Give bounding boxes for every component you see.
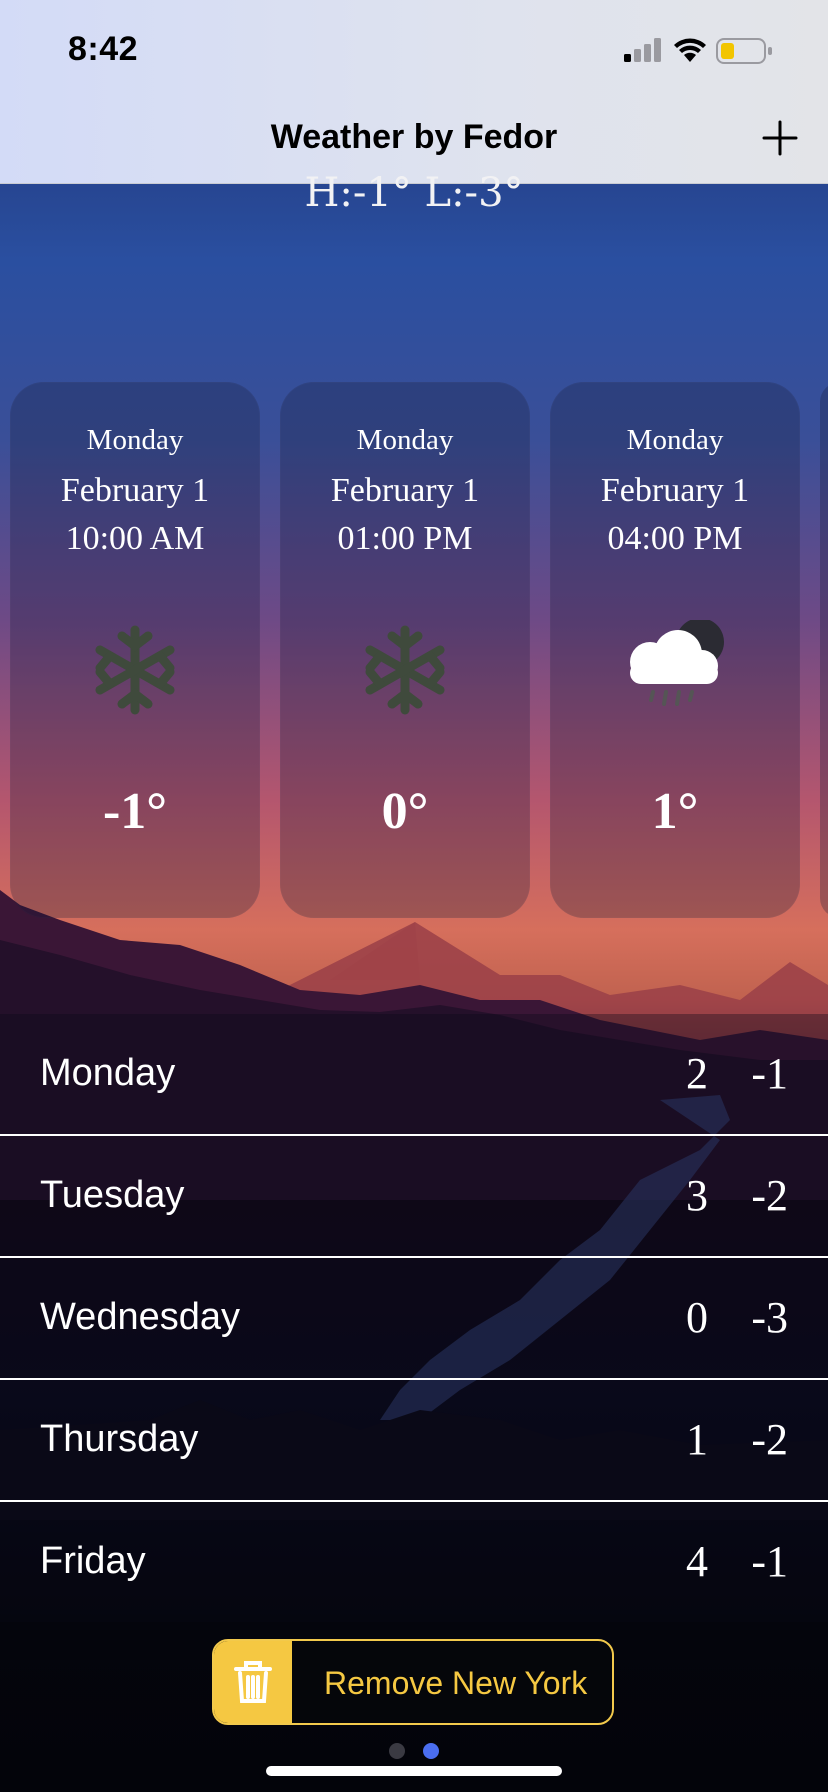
daily-day: Tuesday [40, 1174, 185, 1216]
daily-high: 1 [686, 1415, 708, 1464]
daily-low: -3 [751, 1293, 788, 1342]
remove-city-button[interactable]: Remove New York [212, 1639, 614, 1725]
hourly-forecast-carousel[interactable]: Monday February 1 10:00 AM -1° Monday Fe… [10, 382, 828, 920]
hourly-card[interactable]: Monday February 1 04:00 PM 1° [550, 382, 800, 918]
card-date: February 1 [60, 472, 210, 509]
card-day: Monday [356, 424, 454, 456]
card-day: Monday [86, 424, 184, 456]
card-day: Monday [626, 424, 724, 456]
daily-high: 4 [686, 1537, 708, 1586]
daily-day: Monday [40, 1052, 176, 1094]
top-bar: 8:42 Weather by Fedor [0, 0, 828, 184]
wifi-icon [674, 38, 706, 62]
card-temp: 0° [381, 783, 429, 840]
hourly-card[interactable]: Monday February 1 01:00 PM 0° [280, 382, 530, 918]
battery-icon [716, 38, 772, 64]
status-icons [624, 38, 772, 64]
page-title: Weather by Fedor [270, 118, 558, 156]
daily-forecast-list: Monday 2 -1 Tuesday 3 -2 Wednesday 0 -3 … [0, 1014, 828, 1622]
card-date: February 1 [600, 472, 750, 509]
daily-row[interactable]: Wednesday 0 -3 [0, 1258, 828, 1380]
daily-row[interactable]: Monday 2 -1 [0, 1014, 828, 1136]
page-dot-2[interactable] [423, 1743, 440, 1759]
home-indicator[interactable] [266, 1766, 562, 1776]
today-high-low: H:-1° L:-3° [304, 170, 524, 216]
cellular-signal-icon [624, 38, 661, 62]
card-time: 10:00 AM [65, 520, 205, 557]
daily-row[interactable]: Friday 4 -1 [0, 1502, 828, 1622]
daily-high: 0 [686, 1293, 708, 1342]
daily-row[interactable]: Thursday 1 -2 [0, 1380, 828, 1502]
hourly-card[interactable]: Monday February 1 10:00 AM -1° [10, 382, 260, 918]
daily-row[interactable]: Tuesday 3 -2 [0, 1136, 828, 1258]
plus-icon[interactable] [760, 118, 800, 158]
daily-low: -1 [751, 1537, 788, 1586]
cloud-moon-rain-icon [630, 620, 724, 706]
daily-high: 2 [686, 1049, 708, 1098]
card-time: 01:00 PM [337, 520, 473, 557]
daily-high: 3 [686, 1171, 708, 1220]
card-time: 04:00 PM [607, 520, 743, 557]
page-dot-1[interactable] [388, 1743, 405, 1759]
daily-day: Friday [40, 1540, 146, 1582]
daily-day: Thursday [40, 1418, 199, 1460]
card-date: February 1 [330, 472, 480, 509]
hourly-card-next[interactable] [820, 382, 828, 918]
daily-day: Wednesday [40, 1296, 240, 1338]
snowflake-icon [95, 625, 175, 715]
card-temp: 1° [651, 783, 699, 840]
daily-low: -2 [751, 1171, 788, 1220]
card-temp: -1° [102, 783, 168, 840]
daily-low: -2 [751, 1415, 788, 1464]
page-indicator[interactable] [0, 1743, 828, 1764]
status-time: 8:42 [68, 30, 139, 68]
daily-low: -1 [751, 1049, 788, 1098]
snowflake-icon [365, 625, 445, 715]
trash-icon [214, 1641, 292, 1723]
remove-city-label: Remove New York [324, 1665, 588, 1701]
